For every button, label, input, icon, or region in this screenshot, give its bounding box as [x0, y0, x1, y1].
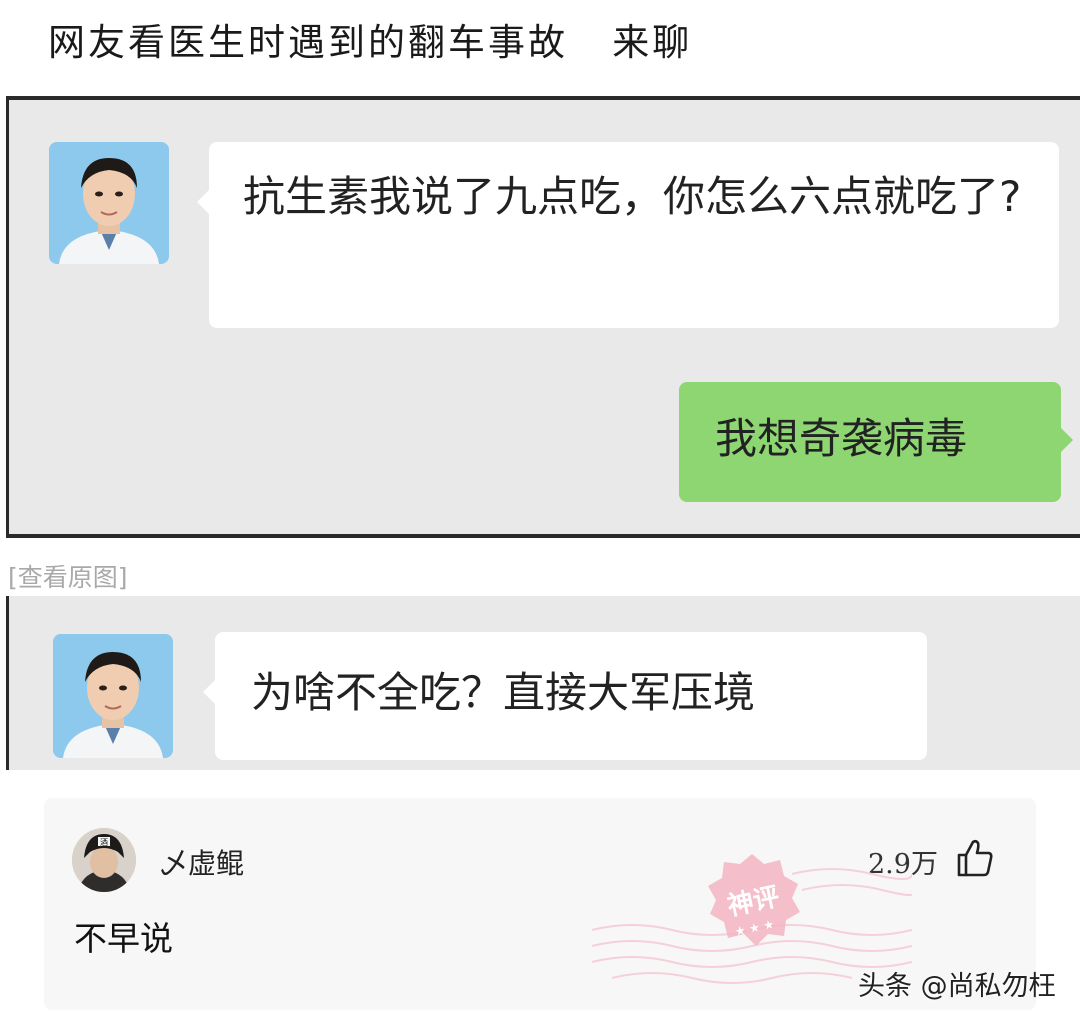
chat-screenshot-1[interactable]: 抗生素我说了九点吃，你怎么六点就吃了? 我想奇袭病毒 [6, 96, 1080, 538]
comment-text: 不早说 [74, 919, 173, 958]
commenter-username[interactable]: 乄虚鲲 [160, 842, 244, 882]
post-title: 网友看医生时遇到的翻车事故 来聊 [48, 21, 693, 64]
doctor-message-text: 抗生素我说了九点吃，你怎么六点就吃了? [243, 172, 1022, 221]
doctor-message-bubble: 抗生素我说了九点吃，你怎么六点就吃了? [197, 142, 1059, 328]
doctor-avatar [49, 142, 169, 264]
watermark: 头条 @尚私勿枉 [858, 971, 1056, 1002]
doctor-message-bubble: 为啥不全吃？直接大军压境 [203, 632, 927, 760]
view-original-link[interactable]: [查看原图] [8, 558, 128, 594]
commenter-avatar[interactable]: 酒 [72, 828, 136, 892]
chat-screenshot-2[interactable]: 为啥不全吃？直接大军压境 [6, 596, 1080, 770]
patient-reply-text: 我想奇袭病毒 [715, 414, 968, 463]
doctor-avatar [53, 634, 173, 758]
avatar-badge-text: 酒 [100, 838, 108, 847]
doctor-message-text: 为啥不全吃？直接大军压境 [251, 668, 756, 717]
thumbs-up-icon[interactable] [956, 838, 994, 878]
patient-reply-bubble: 我想奇袭病毒 [679, 382, 1073, 502]
